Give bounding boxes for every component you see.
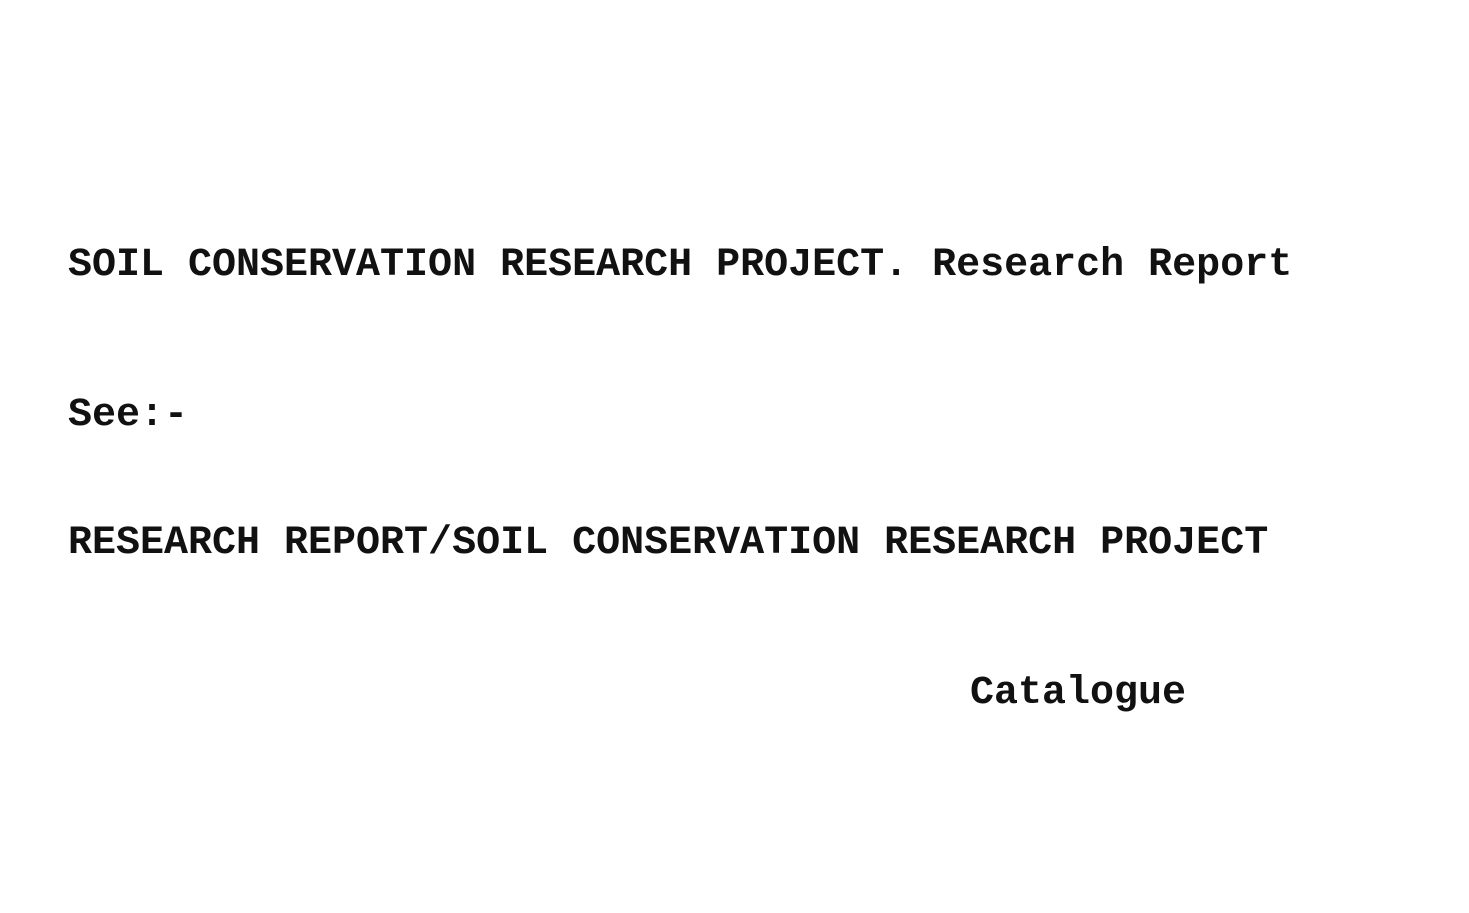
cross-reference-entry: RESEARCH REPORT/SOIL CONSERVATION RESEAR… — [68, 521, 1269, 566]
catalogue-label: Catalogue — [970, 671, 1187, 716]
card-heading: SOIL CONSERVATION RESEARCH PROJECT. Rese… — [68, 243, 1293, 288]
see-reference-label: See:- — [68, 393, 189, 438]
catalogue-card: SOIL CONSERVATION RESEARCH PROJECT. Rese… — [0, 0, 1469, 913]
